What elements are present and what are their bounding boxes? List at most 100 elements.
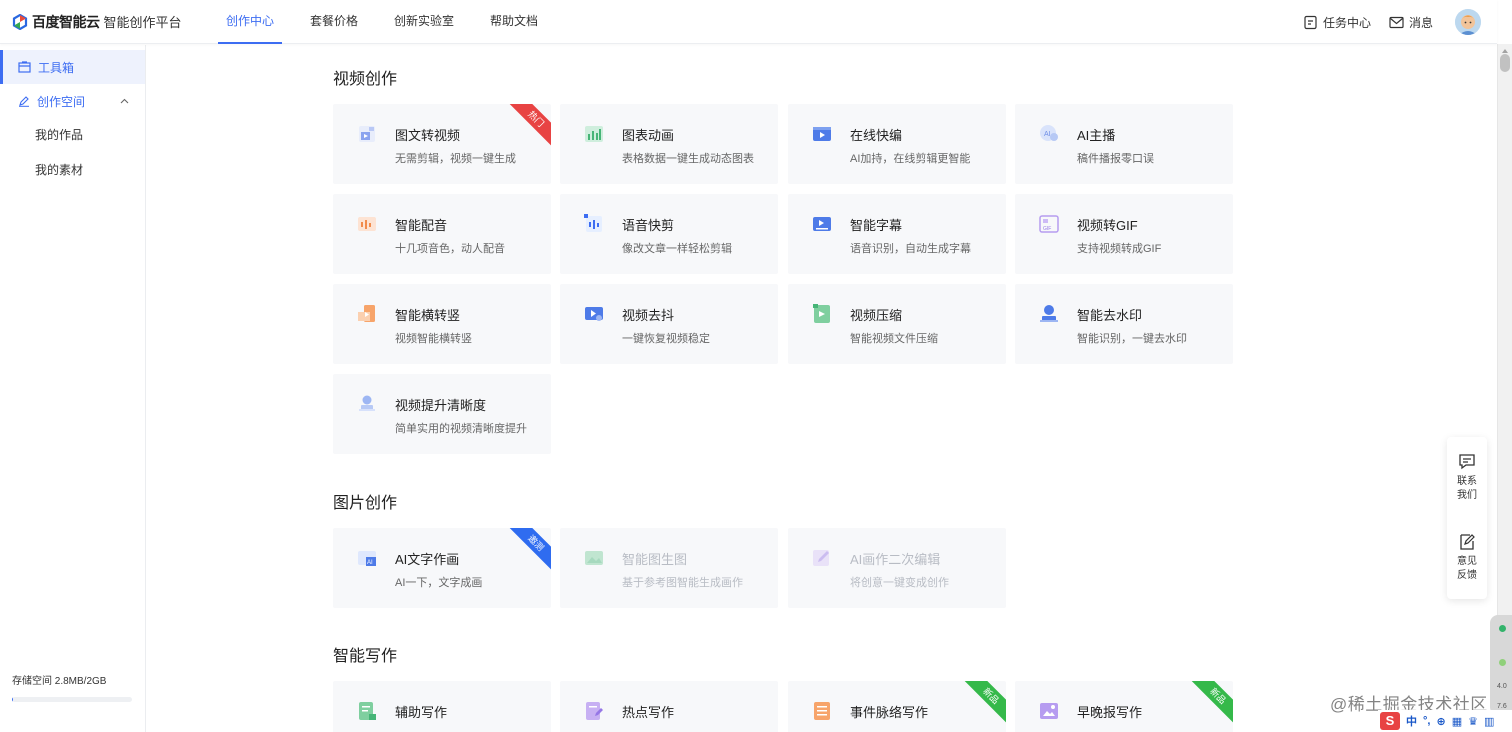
tool-card-video-8[interactable]: 智能横转竖 视频智能横转竖	[333, 284, 551, 364]
ime-keyboard-icon[interactable]: ▦	[1452, 715, 1462, 728]
nav-pricing[interactable]: 套餐价格	[302, 0, 366, 44]
tool-card-video-2[interactable]: 在线快编 AI加持，在线剪辑更智能	[788, 104, 1006, 184]
ime-punctuation-icon[interactable]: °,	[1423, 715, 1430, 727]
voice-cut-icon	[584, 214, 602, 232]
tool-card-image-0[interactable]: AI AI文字作画 AI一下，文字成画 邀测	[333, 528, 551, 608]
gif-icon: GIF	[1039, 215, 1059, 233]
brand-subtitle: 智能创作平台	[103, 15, 182, 30]
tool-card-video-5[interactable]: 语音快剪像改文章一样轻松剪辑	[560, 194, 778, 274]
tool-card-title: 语音快剪	[622, 218, 675, 233]
tool-card-title: 智能去水印	[1077, 308, 1143, 323]
ime-skin-icon[interactable]: ♛	[1468, 715, 1478, 728]
edit-painting-icon	[813, 550, 829, 566]
brand[interactable]: 百度智能云 智能创作平台	[12, 12, 212, 32]
rotate-video-icon	[358, 305, 375, 322]
storage-progress-bar	[12, 697, 132, 702]
tool-card-video-6[interactable]: 智能字幕 语音识别，自动生成字幕	[788, 194, 1006, 274]
chat-icon	[1459, 454, 1475, 470]
scroll-thumb[interactable]	[1500, 54, 1510, 72]
tool-card-title: 智能配音	[395, 218, 448, 233]
sidebar-item-my-works[interactable]: 我的作品	[0, 118, 145, 153]
tool-card-description: 稿件播报零口误	[1077, 153, 1154, 165]
nav-help-docs[interactable]: 帮助文档	[482, 0, 546, 44]
tool-card-description: 智能识别，一键去水印	[1077, 333, 1187, 345]
image-video-icon	[359, 126, 375, 142]
contact-us-button[interactable]: 联系我们	[1447, 453, 1487, 503]
tool-card-description: 像改文章一样轻松剪辑	[622, 243, 732, 255]
ime-toolbar[interactable]: S 中 °, ⊕ ▦ ♛ ▥	[1378, 710, 1512, 732]
sogou-logo-icon[interactable]: S	[1380, 712, 1400, 730]
tool-card-description: 基于参考图智能生成画作	[622, 577, 743, 589]
tool-card-video-4[interactable]: 智能配音 十几项音色，动人配音	[333, 194, 551, 274]
tool-card-video-10[interactable]: 视频压缩 智能视频文件压缩	[788, 284, 1006, 364]
image-to-image-icon	[585, 551, 603, 565]
ime-chinese-mode[interactable]: 中	[1406, 713, 1417, 729]
nav-creation-center[interactable]: 创作中心	[218, 0, 283, 44]
tool-card-video-7[interactable]: GIF 视频转GIF 支持视频转成GIF	[1015, 194, 1233, 274]
baidu-cloud-logo-icon	[12, 13, 28, 30]
tool-card-description: AI加持，在线剪辑更智能	[850, 153, 971, 165]
tool-card-description: 表格数据一键生成动态图表	[622, 153, 754, 165]
sidebar-item-creation-space[interactable]: 创作空间	[0, 84, 145, 118]
voice-dub-icon	[358, 217, 376, 231]
task-list-icon	[1304, 15, 1317, 29]
task-center-button[interactable]: 任务中心	[1303, 14, 1371, 31]
section-title-writing: 智能写作	[333, 648, 398, 665]
tool-card-video-0[interactable]: 图文转视频 无需剪辑，视频一键生成 热门	[333, 104, 551, 184]
news-writing-icon	[1040, 703, 1058, 719]
chart-animation-icon	[585, 126, 603, 142]
tool-card-title: 在线快编	[850, 128, 903, 143]
tool-card-writing-2[interactable]: 事件脉络写作 新品	[788, 681, 1006, 732]
tool-card-description: 支持视频转成GIF	[1077, 243, 1162, 255]
chevron-up-icon	[120, 98, 129, 104]
user-avatar[interactable]	[1455, 9, 1481, 35]
tool-card-video-12[interactable]: 视频提升清晰度 简单实用的视频清晰度提升	[333, 374, 551, 454]
feedback-icon	[1460, 534, 1475, 550]
tool-card-title: 早晚报写作	[1077, 705, 1143, 720]
floating-panel: 联系我们 意见反馈	[1447, 437, 1487, 599]
ime-voice-icon[interactable]: ⊕	[1436, 715, 1445, 728]
tool-card-writing-1[interactable]: 热点写作	[560, 681, 778, 732]
tool-card-video-3[interactable]: AI AI主播 稿件播报零口误	[1015, 104, 1233, 184]
ime-toolbox-icon[interactable]: ▥	[1484, 715, 1494, 728]
subtitle-icon	[813, 217, 831, 231]
nav-innovation-lab[interactable]: 创新实验室	[386, 0, 462, 44]
tool-card-writing-3[interactable]: 早晚报写作 新品	[1015, 681, 1233, 732]
badge-ribbon-new: 新品	[1189, 681, 1233, 725]
sidebar-item-my-materials[interactable]: 我的素材	[0, 153, 145, 188]
mail-icon	[1389, 16, 1404, 28]
tool-card-title: 智能图生图	[622, 552, 688, 567]
status-dot-green-icon	[1499, 625, 1506, 632]
pen-icon	[19, 96, 29, 107]
main-content: 视频创作 图文转视频 无需剪辑，视频一键生成 热门 图表动画 表格数据一键生成动态图表在…	[147, 45, 1497, 732]
feedback-button[interactable]: 意见反馈	[1447, 533, 1487, 583]
section-title-image: 图片创作	[333, 495, 398, 512]
svg-text:AI: AI	[1044, 131, 1051, 138]
storage-info: 存储空间 2.8MB/2GB	[12, 672, 132, 702]
edge-number-1: 4.0	[1497, 683, 1507, 690]
tool-card-description: 语音识别，自动生成字幕	[850, 243, 971, 255]
tool-card-description: 一键恢复视频稳定	[622, 333, 710, 345]
sidebar-item-toolbox[interactable]: 工具箱	[0, 50, 145, 84]
compress-icon	[813, 304, 830, 323]
tool-card-video-11[interactable]: 智能去水印智能识别，一键去水印	[1015, 284, 1233, 364]
section-title-video: 视频创作	[333, 71, 398, 88]
edge-status-widget[interactable]: 4.0 7.6	[1490, 615, 1512, 715]
remove-watermark-icon	[1040, 305, 1058, 322]
badge-ribbon-new: 新品	[962, 681, 1006, 725]
tool-card-writing-0[interactable]: 辅助写作	[333, 681, 551, 732]
tool-card-title: 视频提升清晰度	[395, 398, 487, 413]
tool-card-description: 将创意一键变成创作	[850, 577, 949, 589]
ai-painting-icon: AI	[358, 551, 376, 566]
tool-card-title: 图文转视频	[395, 128, 461, 143]
event-writing-icon	[814, 702, 830, 720]
messages-button[interactable]: 消息	[1389, 14, 1433, 31]
sidebar-toolbox-label: 工具箱	[38, 60, 75, 75]
tool-card-title: 图表动画	[622, 128, 675, 143]
tool-card-video-1[interactable]: 图表动画表格数据一键生成动态图表	[560, 104, 778, 184]
tool-card-video-9[interactable]: 视频去抖 一键恢复视频稳定	[560, 284, 778, 364]
tool-card-title: AI画作二次编辑	[850, 552, 941, 567]
tool-card-description: 智能视频文件压缩	[850, 333, 938, 345]
tool-card-image-2: AI画作二次编辑 将创意一键变成创作	[788, 528, 1006, 608]
avatar-image-icon	[1455, 9, 1481, 35]
